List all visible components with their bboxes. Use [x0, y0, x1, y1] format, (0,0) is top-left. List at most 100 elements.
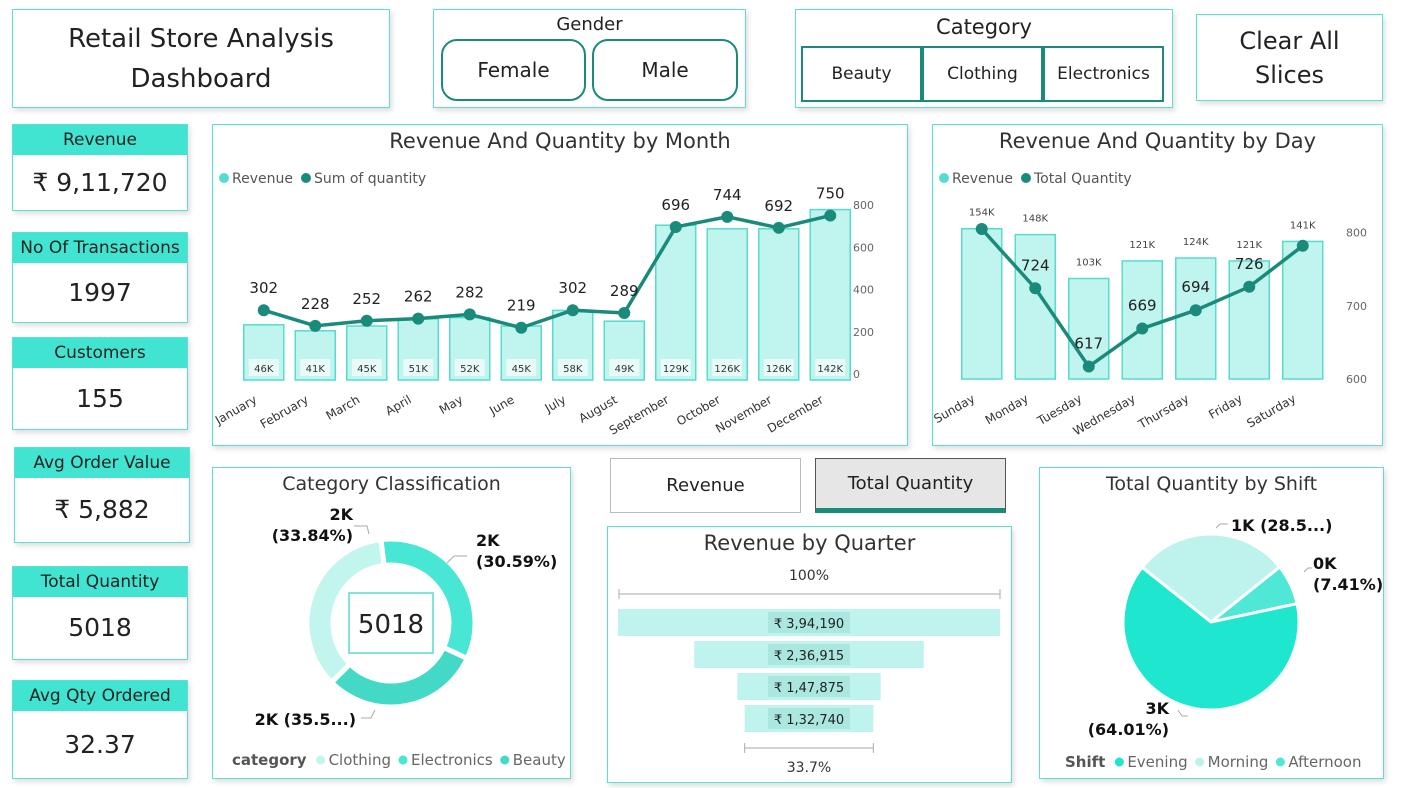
gender-female-button[interactable]: Female — [441, 39, 586, 101]
bar-value-label: 51K — [409, 364, 429, 375]
line-value-label: 289 — [610, 282, 639, 300]
category-electronics-button[interactable]: Electronics — [1043, 46, 1164, 102]
bar — [1282, 240, 1324, 380]
category-chart-card: Category Classification 5018 2K (33.84%) 2K… — [212, 467, 571, 779]
line-value-label: 219 — [507, 297, 536, 315]
gender-male-button[interactable]: Male — [592, 39, 738, 101]
kpi-transactions: No Of Transactions 1997 — [12, 232, 188, 323]
x-tick-label: December — [765, 392, 826, 435]
legend-label: Revenue — [232, 171, 293, 187]
kpi-value: 155 — [76, 383, 124, 413]
bar — [1228, 260, 1270, 380]
legend-marker — [1020, 173, 1031, 183]
kpi-label: Revenue — [13, 125, 187, 155]
line-point — [1082, 360, 1095, 373]
x-tick-label: May — [437, 392, 465, 417]
category-beauty-button[interactable]: Beauty — [801, 46, 922, 102]
leader-line — [1177, 709, 1188, 717]
leader-line — [354, 525, 370, 535]
line-point — [257, 304, 270, 317]
bar-value-label: 126K — [714, 364, 740, 375]
y2-tick-label: 800 — [853, 199, 874, 212]
slice-label: 2K (33.84%) — [272, 505, 354, 545]
donut-slice — [327, 644, 471, 710]
x-tick-label: Monday — [983, 391, 1031, 427]
clear-all-slices-button[interactable]: Clear All Slices — [1196, 14, 1383, 101]
line-value-label: 302 — [558, 279, 587, 297]
x-tick-label: November — [713, 392, 774, 435]
line-point — [1029, 282, 1042, 295]
line-value-label: 252 — [352, 290, 381, 308]
legend-marker — [939, 173, 949, 183]
line-point — [1189, 304, 1202, 317]
legend-label: Total Quantity — [1033, 171, 1132, 187]
shift-chart-svg: 1K (28.5...) 0K (7.41%) 3K (64.01%) Shift Even… — [1065, 516, 1382, 771]
kpi-avg-qty-ordered: Avg Qty Ordered 32.37 — [12, 680, 188, 779]
funnel-value-label: ₹ 1,32,740 — [774, 713, 844, 728]
line-point — [975, 222, 988, 235]
bar-value-label: 124K — [1183, 237, 1209, 248]
bar-value-label: 103K — [1076, 257, 1102, 268]
kpi-value: 32.37 — [64, 729, 136, 759]
line-value-label: 228 — [301, 295, 330, 313]
line-value-label: 669 — [1128, 297, 1157, 315]
kpi-value: 5018 — [68, 613, 132, 642]
slice-label: 0K (7.41%) — [1313, 554, 1382, 594]
funnel-value-label: ₹ 1,47,875 — [774, 681, 844, 696]
bar-value-label: 148K — [1022, 214, 1048, 225]
line-point — [824, 209, 837, 222]
leader-line — [1215, 523, 1228, 529]
kpi-label: Avg Qty Ordered — [13, 681, 187, 711]
funnel-top-label: 100% — [789, 568, 829, 584]
bar-value-label: 142K — [817, 364, 843, 375]
page-title: Retail Store Analysis Dashboard — [68, 23, 334, 94]
category-chart-svg: 5018 2K (33.84%) 2K (30.59%) 2K (35.5...) cate… — [232, 505, 566, 769]
line-value-label: 262 — [404, 288, 433, 306]
toggle-total-quantity-button[interactable]: Total Quantity — [815, 458, 1006, 513]
x-tick-label: Thursday — [1135, 391, 1191, 432]
category-clothing-button[interactable]: Clothing — [922, 46, 1043, 102]
kpi-label: Total Quantity — [13, 567, 187, 597]
gender-slicer: Gender Female Male — [433, 9, 746, 108]
legend-marker — [219, 173, 229, 183]
bar-value-label: 58K — [563, 364, 583, 375]
toggle-revenue-button[interactable]: Revenue — [610, 458, 801, 513]
slice-label: 3K (64.01%) — [1088, 699, 1170, 739]
bar — [1175, 257, 1217, 380]
x-tick-label: March — [324, 392, 363, 422]
legend-label: Afternoon — [1288, 753, 1361, 771]
bar — [809, 208, 851, 381]
line-value-label: 302 — [249, 279, 278, 297]
line-value-label: 692 — [764, 197, 793, 215]
line-point — [772, 221, 785, 234]
quarter-chart-svg: 100% ₹ 3,94,190 ₹ 2,36,915 ₹ 1,47,875 ₹ 1,32… — [618, 568, 1001, 776]
legend-title: category — [232, 751, 307, 769]
slice-label: 1K (28.5...) — [1231, 516, 1332, 535]
legend-label: Clothing — [329, 751, 391, 769]
x-tick-label: January — [213, 392, 259, 427]
kpi-value: 1997 — [68, 277, 132, 307]
bar-value-label: 45K — [357, 364, 377, 375]
bar-value-label: 41K — [306, 364, 326, 375]
line-point — [1136, 322, 1149, 335]
bar-value-label: 45K — [512, 364, 532, 375]
line-point — [309, 319, 322, 332]
legend-label: Sum of quantity — [314, 171, 426, 187]
line-value-label: 724 — [1021, 256, 1050, 274]
funnel-bottom-label: 33.7% — [787, 760, 831, 776]
line-value-label: 696 — [661, 196, 690, 214]
funnel-value-label: ₹ 3,94,190 — [774, 617, 844, 632]
slice-label: 2K (30.59%) — [476, 531, 557, 571]
y2-tick-label: 0 — [853, 368, 860, 381]
kpi-total-quantity: Total Quantity 5018 — [12, 566, 188, 660]
funnel-value-label: ₹ 2,36,915 — [774, 649, 844, 664]
bar — [706, 228, 748, 381]
kpi-value: ₹ 9,11,720 — [32, 167, 168, 197]
legend-marker — [1275, 757, 1285, 767]
legend-marker — [398, 755, 408, 765]
bar-value-label: 154K — [969, 208, 995, 219]
category-slicer-label: Category — [936, 15, 1032, 39]
kpi-label: Customers — [13, 338, 187, 368]
dashboard-title-card: Retail Store Analysis Dashboard — [12, 9, 390, 108]
bar-value-label: 129K — [663, 364, 689, 375]
